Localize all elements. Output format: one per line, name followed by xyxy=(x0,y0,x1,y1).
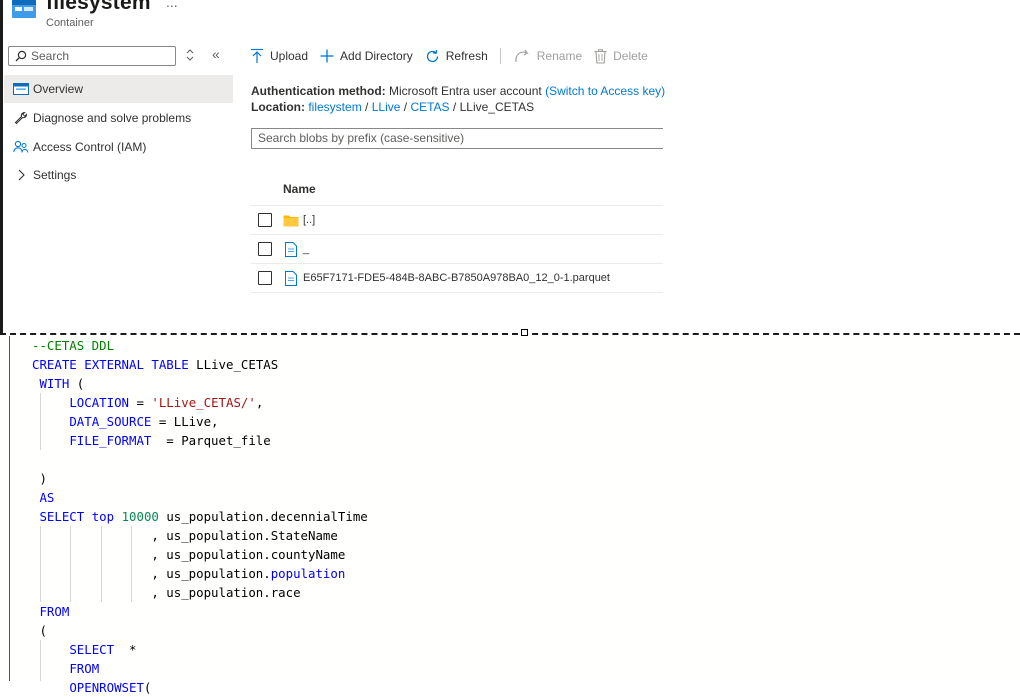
code-line[interactable]: WITH ( xyxy=(32,374,368,393)
upload-label: Upload xyxy=(270,49,309,63)
code-line[interactable]: , us_population.race xyxy=(32,583,368,602)
sidebar-search-input[interactable] xyxy=(31,49,161,63)
code-line[interactable]: ( xyxy=(32,621,368,640)
search-icon xyxy=(15,50,27,62)
list-divider xyxy=(251,292,663,293)
refresh-label: Refresh xyxy=(445,49,488,63)
sidebar-item-diagnose[interactable]: Diagnose and solve problems xyxy=(4,104,233,132)
sidebar-item-label: Overview xyxy=(33,82,84,96)
folder-icon xyxy=(283,215,299,226)
overview-icon xyxy=(13,83,29,95)
rename-button[interactable]: Rename xyxy=(515,49,582,63)
row-checkbox[interactable] xyxy=(258,271,272,285)
storage-browser-pane: filesystem ... Container « Overview Diag… xyxy=(0,0,1020,333)
add-directory-button[interactable]: Add Directory xyxy=(320,49,413,63)
location-label: Location: xyxy=(251,100,305,114)
sidebar-item-label: Diagnose and solve problems xyxy=(33,111,192,125)
trash-icon xyxy=(594,48,607,64)
refresh-icon xyxy=(426,49,438,62)
row-checkbox[interactable] xyxy=(258,242,272,256)
code-line[interactable]: CREATE EXTERNAL TABLE LLive_CETAS xyxy=(32,355,368,374)
plus-icon xyxy=(320,49,334,63)
page-title: filesystem xyxy=(46,0,151,14)
blob-name: [..] xyxy=(303,214,316,226)
rename-label: Rename xyxy=(536,49,583,63)
breadcrumb-filesystem[interactable]: filesystem xyxy=(308,100,361,114)
splitter-handle[interactable] xyxy=(521,329,528,336)
breadcrumb-separator: / xyxy=(365,100,369,114)
pane-splitter[interactable] xyxy=(0,333,1020,335)
code-line[interactable]: FROM xyxy=(32,659,368,678)
command-bar: Upload Add Directory Refresh Rename Dele… xyxy=(250,44,660,68)
blob-prefix-search[interactable] xyxy=(251,128,663,149)
container-icon xyxy=(12,0,36,18)
blob-name: _ xyxy=(303,243,310,255)
code-line[interactable] xyxy=(32,450,368,469)
code-line[interactable]: AS xyxy=(32,488,368,507)
people-icon xyxy=(13,140,29,153)
rename-icon xyxy=(515,49,529,62)
sidebar-item-settings[interactable]: Settings xyxy=(4,161,233,189)
wrench-icon xyxy=(14,112,27,125)
page-subtitle: Container xyxy=(46,17,94,29)
collapse-menu-button[interactable]: « xyxy=(212,46,220,62)
auth-method-label: Authentication method: xyxy=(251,84,386,98)
location-breadcrumb: Location: filesystem / LLive / CETAS / L… xyxy=(251,100,534,114)
sidebar-item-overview[interactable]: Overview xyxy=(4,75,233,103)
code-line[interactable]: , us_population.StateName xyxy=(32,526,368,545)
breadcrumb-llive[interactable]: LLive xyxy=(372,100,401,114)
breadcrumb-current: LLive_CETAS xyxy=(459,100,535,114)
editor-left-border xyxy=(9,336,10,681)
switch-access-key-link[interactable]: (Switch to Access key) xyxy=(545,84,665,98)
sidebar-item-label: Access Control (IAM) xyxy=(33,140,147,154)
window-edge xyxy=(0,0,3,333)
sidebar-search[interactable] xyxy=(8,46,176,66)
row-checkbox[interactable] xyxy=(258,213,272,227)
add-directory-label: Add Directory xyxy=(340,49,413,63)
list-item[interactable]: E65F7171-FDE5-484B-8ABC-B7850A978BA0_12_… xyxy=(251,263,663,292)
code-line[interactable]: SELECT * xyxy=(32,640,368,659)
blob-prefix-input[interactable] xyxy=(258,129,658,147)
code-line[interactable]: , us_population.population xyxy=(32,564,368,583)
list-item[interactable]: _ xyxy=(251,234,663,263)
delete-button[interactable]: Delete xyxy=(594,48,648,64)
upload-icon xyxy=(251,48,263,63)
more-options-button[interactable]: ... xyxy=(166,0,178,10)
chevron-right-icon xyxy=(18,169,25,181)
refresh-button[interactable]: Refresh xyxy=(425,49,488,64)
file-icon xyxy=(285,270,297,286)
sql-code[interactable]: --CETAS DDL CREATE EXTERNAL TABLE LLive_C… xyxy=(32,336,368,697)
code-line[interactable]: DATA_SOURCE = LLive, xyxy=(32,412,368,431)
column-header-name[interactable]: Name xyxy=(283,182,316,196)
blob-name: E65F7171-FDE5-484B-8ABC-B7850A978BA0_12_… xyxy=(303,272,610,284)
code-line[interactable]: LOCATION = 'LLive_CETAS/', xyxy=(32,393,368,412)
sidebar-item-label: Settings xyxy=(33,168,77,182)
toolbar-divider xyxy=(499,48,501,64)
auth-method-value: Microsoft Entra user account xyxy=(389,84,542,98)
code-line[interactable]: , us_population.countyName xyxy=(32,545,368,564)
sql-editor[interactable]: --CETAS DDL CREATE EXTERNAL TABLE LLive_C… xyxy=(0,336,1020,695)
code-line[interactable]: FILE_FORMAT = Parquet_file xyxy=(32,431,368,450)
expand-collapse-icon[interactable] xyxy=(185,49,195,61)
auth-method-line: Authentication method: Microsoft Entra u… xyxy=(251,84,665,98)
breadcrumb-cetas[interactable]: CETAS xyxy=(410,100,449,114)
breadcrumb-separator: / xyxy=(452,100,457,114)
delete-label: Delete xyxy=(613,49,648,63)
list-item[interactable]: [..] xyxy=(251,205,663,234)
file-icon xyxy=(285,241,297,257)
code-line[interactable]: ) xyxy=(32,469,368,488)
upload-button[interactable]: Upload xyxy=(250,48,308,64)
code-line[interactable]: SELECT top 10000 us_population.decennial… xyxy=(32,507,367,526)
breadcrumb-separator: / xyxy=(403,100,408,114)
code-line[interactable]: --CETAS DDL xyxy=(32,336,368,355)
code-line[interactable]: FROM xyxy=(32,602,368,621)
sidebar-item-iam[interactable]: Access Control (IAM) xyxy=(4,133,233,161)
